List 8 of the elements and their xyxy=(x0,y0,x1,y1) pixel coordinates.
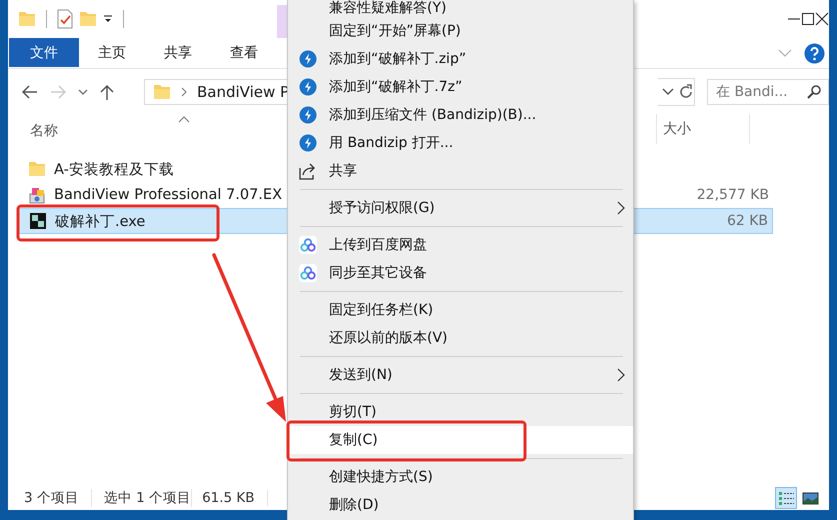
file-size: 22,577 KB xyxy=(696,187,770,203)
file-name: BandiView Professional 7.07.EX xyxy=(54,187,282,203)
file-name: 破解补丁.exe xyxy=(55,212,146,230)
item-count: 3 个项目 xyxy=(24,489,92,507)
selection-count: 选中 1 个项目 xyxy=(104,489,192,507)
file-size: 62 KB xyxy=(726,213,769,229)
selection-size: 61.5 KB xyxy=(202,490,268,506)
file-name: A-安装教程及下载 xyxy=(54,160,174,178)
